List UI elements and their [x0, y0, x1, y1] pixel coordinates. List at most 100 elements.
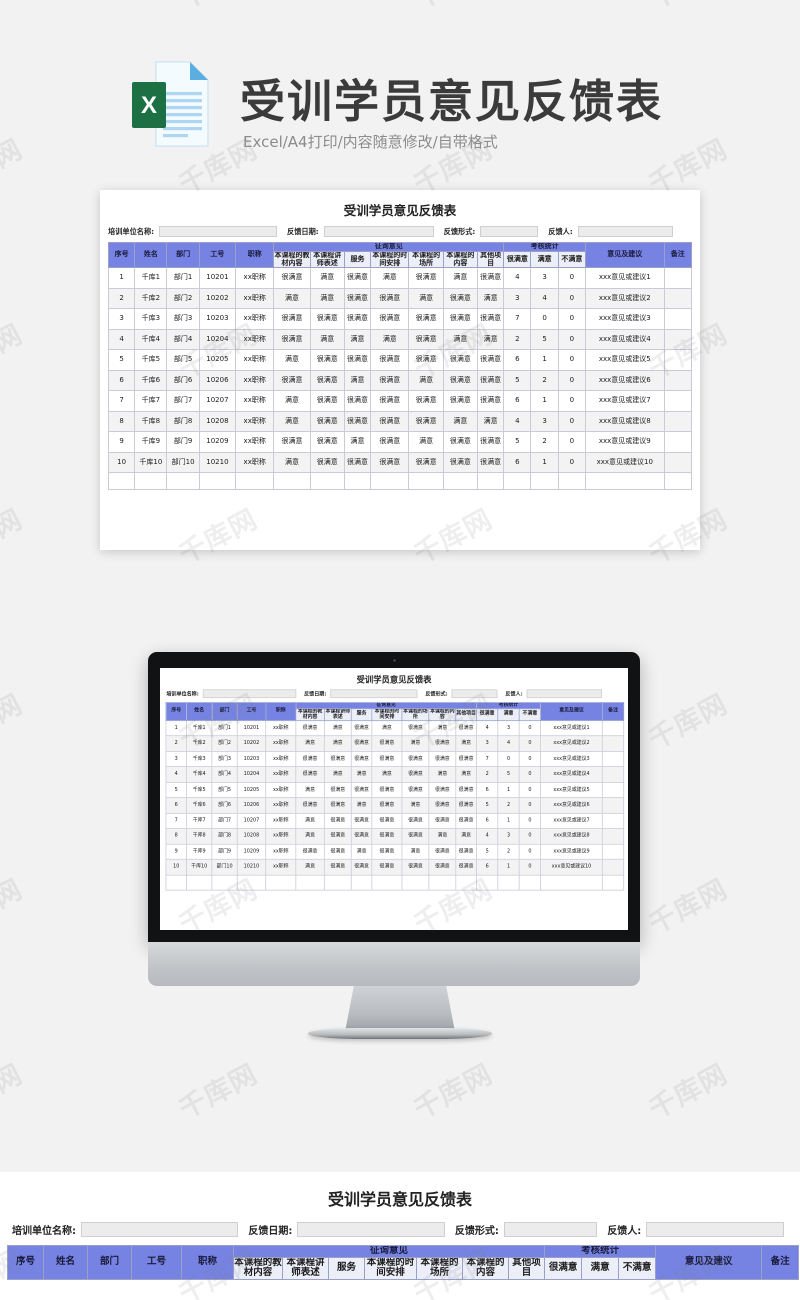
row-title[interactable]: xx职称	[265, 781, 297, 799]
row-opinion-4[interactable]: 满意	[401, 735, 430, 752]
row-opinion-1[interactable]: 很满意	[309, 431, 345, 453]
row-opinion-2[interactable]: 很满意	[343, 349, 372, 371]
row-name[interactable]: 千库9	[134, 431, 168, 453]
table-row-empty[interactable]	[107, 472, 693, 491]
row-name[interactable]: 千库10	[186, 859, 213, 876]
row-opinion-5[interactable]: 很满意	[428, 781, 457, 799]
row-stat-1[interactable]: 2	[497, 797, 520, 814]
row-empty-cell[interactable]	[165, 874, 187, 891]
row-opinion-1[interactable]: 很满意	[309, 410, 345, 433]
row-stat-2[interactable]: 0	[557, 328, 586, 351]
row-title[interactable]: xx职称	[235, 369, 275, 392]
row-empty-cell[interactable]	[540, 874, 603, 891]
row-index[interactable]: 1	[165, 720, 187, 737]
row-remark[interactable]	[601, 843, 625, 860]
row-empty-cell[interactable]	[518, 874, 542, 891]
row-emp-id[interactable]: 10202	[236, 735, 267, 752]
row-title[interactable]: xx职称	[235, 390, 275, 412]
row-stat-2[interactable]: 0	[557, 267, 586, 289]
row-stat-2[interactable]: 0	[557, 390, 586, 412]
row-opinion-3[interactable]: 很满意	[370, 308, 410, 330]
row-suggestion[interactable]: xxx意见或建议8	[540, 828, 603, 845]
table-row[interactable]: 2 千库2 部门2 10202 xx职称 满意 满意 很满意 很满意 满意 很满意 满意 3 4 0 xxx意…	[165, 735, 625, 752]
row-remark[interactable]	[601, 766, 625, 783]
row-title[interactable]: xx职称	[235, 308, 275, 330]
row-emp-id[interactable]: 10201	[236, 720, 267, 737]
row-opinion-0[interactable]: 满意	[273, 451, 311, 474]
row-opinion-5[interactable]: 很满意	[442, 369, 479, 392]
row-opinion-6[interactable]: 很满意	[455, 859, 477, 876]
row-opinion-2[interactable]: 满意	[350, 797, 373, 814]
row-remark[interactable]	[663, 431, 693, 453]
row-name[interactable]: 千库9	[186, 843, 213, 860]
row-suggestion[interactable]: xxx意见或建议6	[540, 797, 603, 814]
row-emp-id[interactable]: 10208	[236, 828, 267, 845]
row-opinion-2[interactable]: 满意	[343, 369, 372, 392]
row-opinion-5[interactable]: 很满意	[428, 843, 457, 860]
row-title[interactable]: xx职称	[235, 451, 275, 474]
row-stat-2[interactable]: 0	[518, 766, 542, 783]
row-index[interactable]: 2	[165, 735, 187, 752]
row-empty-cell[interactable]	[273, 472, 311, 491]
row-opinion-4[interactable]: 很满意	[408, 267, 444, 289]
row-opinion-2[interactable]: 很满意	[343, 287, 372, 310]
row-stat-0[interactable]: 2	[476, 766, 499, 783]
row-opinion-5[interactable]: 很满意	[442, 451, 479, 474]
feedback-table[interactable]: 序号 姓名 部门 工号 职称 征询意见 考核统计 意见及建议 备注 本课程的教材…	[107, 241, 693, 491]
row-emp-id[interactable]: 10204	[198, 328, 237, 351]
row-remark[interactable]	[601, 797, 625, 814]
row-stat-0[interactable]: 2	[503, 328, 532, 351]
table-row[interactable]: 5 千库5 部门5 10205 xx职称 满意 很满意 很满意 很满意 很满意 很满意 很满意 6 1 0 x…	[107, 349, 693, 371]
row-opinion-0[interactable]: 很满意	[273, 308, 311, 330]
row-title[interactable]: xx职称	[265, 735, 297, 752]
row-suggestion[interactable]: xxx意见或建议5	[540, 781, 603, 799]
row-stat-1[interactable]: 1	[497, 859, 520, 876]
row-stat-2[interactable]: 0	[518, 859, 542, 876]
row-opinion-6[interactable]: 很满意	[477, 390, 505, 412]
row-remark[interactable]	[601, 781, 625, 799]
row-opinion-1[interactable]: 满意	[309, 267, 345, 289]
row-opinion-0[interactable]: 满意	[295, 859, 325, 876]
row-index[interactable]: 7	[107, 390, 136, 412]
row-empty-cell[interactable]	[663, 472, 693, 491]
row-opinion-0[interactable]: 满意	[295, 735, 325, 752]
row-index[interactable]: 1	[107, 267, 136, 289]
row-opinion-6[interactable]: 满意	[477, 287, 505, 310]
table-row[interactable]: 1 千库1 部门1 10201 xx职称 很满意 满意 很满意 满意 很满意 满意 很满意 4 3 0 xxx…	[107, 267, 693, 289]
field-input-person[interactable]	[577, 226, 673, 237]
row-name[interactable]: 千库6	[134, 369, 168, 392]
row-opinion-5[interactable]: 很满意	[442, 390, 479, 412]
row-opinion-2[interactable]: 很满意	[343, 308, 372, 330]
row-opinion-5[interactable]: 满意	[442, 328, 479, 351]
row-opinion-2[interactable]: 很满意	[343, 267, 372, 289]
row-opinion-2[interactable]: 很满意	[350, 751, 373, 768]
row-opinion-6[interactable]: 满意	[455, 766, 477, 783]
table-row[interactable]: 9 千库9 部门9 10209 xx职称 很满意 很满意 满意 很满意 满意 很满意 很满意 5 2 0 xx…	[107, 431, 693, 453]
field-input-form[interactable]	[480, 226, 539, 237]
row-dept[interactable]: 部门9	[211, 843, 238, 860]
row-name[interactable]: 千库2	[134, 287, 168, 310]
row-remark[interactable]	[663, 410, 693, 433]
row-stat-1[interactable]: 1	[530, 349, 559, 371]
row-opinion-6[interactable]: 很满意	[455, 751, 477, 768]
row-emp-id[interactable]: 10210	[198, 451, 237, 474]
row-index[interactable]: 3	[165, 751, 187, 768]
field-input-person-bottom[interactable]	[646, 1222, 784, 1237]
row-name[interactable]: 千库8	[186, 828, 213, 845]
row-opinion-5[interactable]: 很满意	[442, 287, 479, 310]
row-suggestion[interactable]: xxx意见或建议8	[584, 410, 665, 433]
row-opinion-2[interactable]: 很满意	[350, 812, 373, 830]
row-dept[interactable]: 部门5	[211, 781, 238, 799]
row-empty-cell[interactable]	[557, 472, 586, 491]
row-opinion-3[interactable]: 很满意	[371, 812, 403, 830]
row-suggestion[interactable]: xxx意见或建议3	[584, 308, 665, 330]
row-opinion-2[interactable]: 满意	[350, 843, 373, 860]
row-title[interactable]: xx职称	[265, 751, 297, 768]
row-dept[interactable]: 部门4	[166, 328, 200, 351]
row-stat-1[interactable]: 2	[530, 431, 559, 453]
row-opinion-4[interactable]: 满意	[401, 797, 430, 814]
table-row[interactable]: 10 千库10 部门10 10210 xx职称 满意 很满意 很满意 很满意 很满意 很满意 很满意 6…	[107, 451, 693, 474]
row-opinion-5[interactable]: 很满意	[428, 859, 457, 876]
row-opinion-5[interactable]: 满意	[428, 720, 457, 737]
spreadsheet-preview-monitor[interactable]: 受训学员意见反馈表 培训单位名称: 反馈日期: 反馈形式: 反馈人: 序号 姓名…	[160, 668, 628, 891]
